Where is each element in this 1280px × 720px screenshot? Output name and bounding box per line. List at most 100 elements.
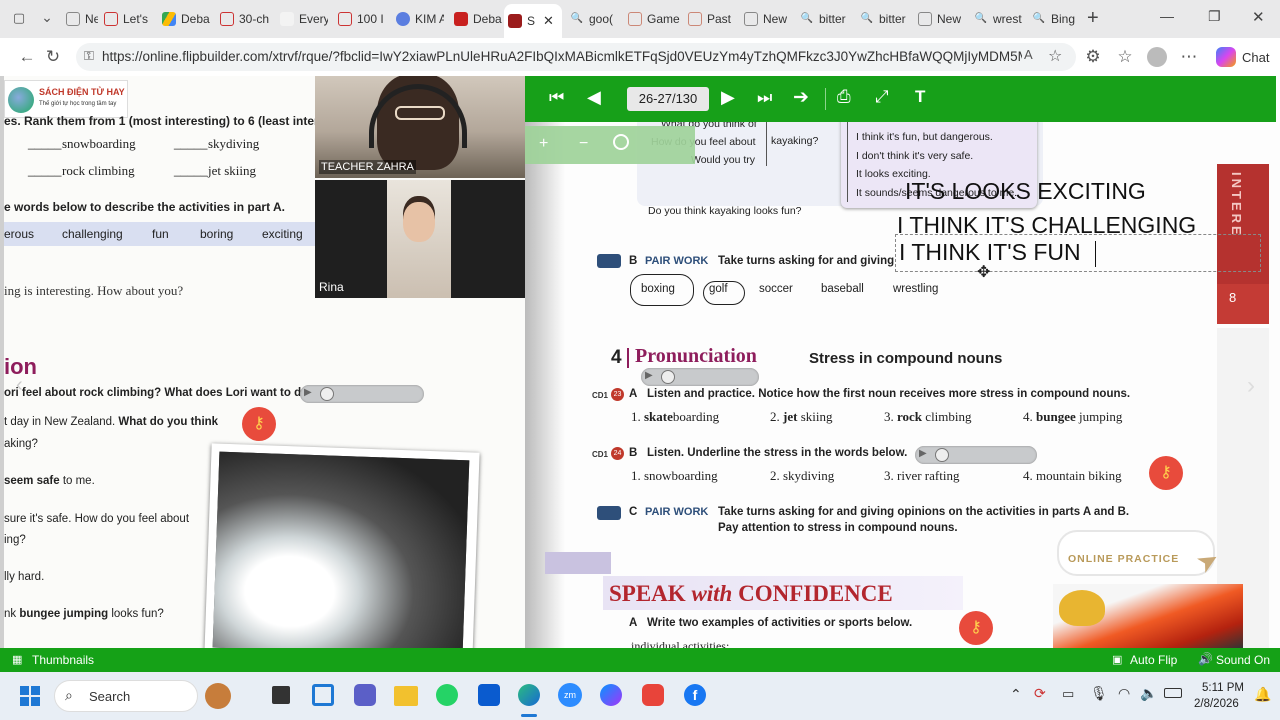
- answer-key-icon[interactable]: ⚷: [1149, 456, 1183, 490]
- sync-icon[interactable]: ⟳: [1034, 685, 1046, 702]
- play-icon[interactable]: ▶: [304, 387, 312, 398]
- answer-key-icon[interactable]: ⚷: [242, 407, 276, 441]
- next-page-button-icon[interactable]: ▶: [721, 87, 735, 108]
- goto-arrow-icon[interactable]: ➔: [793, 86, 809, 109]
- tab-14[interactable]: 🔍 bitter: [856, 6, 912, 32]
- window-close-icon[interactable]: ✕: [1252, 8, 1265, 26]
- last-page-icon[interactable]: ⏭: [757, 88, 772, 108]
- restore-icon[interactable]: ❐: [1208, 8, 1221, 25]
- next-page-icon[interactable]: ›: [1247, 372, 1255, 400]
- site-info-icon[interactable]: ⚿: [84, 48, 94, 64]
- wps-icon[interactable]: [642, 684, 664, 706]
- audio-knob[interactable]: [320, 387, 334, 401]
- tab-9[interactable]: 🔍 goo(: [566, 6, 622, 32]
- unstressed: boarding: [672, 409, 720, 424]
- widgets-icon[interactable]: [312, 684, 334, 706]
- favorites-icon[interactable]: ☆: [1114, 46, 1136, 68]
- audio-player[interactable]: ▶: [641, 368, 759, 386]
- profile-icon[interactable]: [1146, 46, 1168, 68]
- facebook-icon[interactable]: f: [684, 684, 706, 706]
- file-explorer-icon[interactable]: [394, 686, 418, 706]
- whatsapp-icon[interactable]: [436, 684, 458, 706]
- thumbnails-button[interactable]: Thumbnails: [32, 653, 94, 667]
- tab-17[interactable]: 🔍 Bing: [1028, 6, 1080, 32]
- tab-3[interactable]: 30-ch: [216, 6, 270, 32]
- tab-6[interactable]: KIM A: [392, 6, 444, 32]
- audio-player[interactable]: ▶: [300, 385, 424, 403]
- audio-knob[interactable]: [935, 448, 949, 462]
- audio-knob[interactable]: [661, 370, 675, 384]
- magnifier-icon[interactable]: [613, 134, 629, 150]
- clock-time[interactable]: 5:11 PM: [1202, 682, 1244, 694]
- zoom-out-icon[interactable]: −: [579, 135, 588, 153]
- messenger-icon[interactable]: [600, 684, 622, 706]
- edge-icon[interactable]: [518, 684, 540, 706]
- extensions-icon[interactable]: ⚙: [1082, 46, 1104, 68]
- site-logo[interactable]: SÁCH ĐIỆN TỬ HAY Thế giới tự học trong t…: [4, 80, 128, 118]
- tab-4[interactable]: Every: [276, 6, 328, 32]
- tray-chevron-icon[interactable]: ⌃: [1010, 686, 1022, 703]
- back-icon[interactable]: ←: [16, 46, 38, 68]
- tab-13[interactable]: 🔍 bitter: [796, 6, 852, 32]
- print-icon[interactable]: ⎙: [837, 87, 851, 107]
- dialog-line: lly hard.: [4, 571, 45, 583]
- taskbar-search[interactable]: ⌕ Search: [54, 680, 231, 712]
- minimize-icon[interactable]: —: [1160, 8, 1174, 24]
- thumbnails-icon[interactable]: ▦: [12, 653, 22, 666]
- play-icon[interactable]: ▶: [919, 448, 927, 459]
- favorite-star-icon[interactable]: ☆: [1048, 46, 1062, 66]
- autoflip-button[interactable]: Auto Flip: [1130, 653, 1177, 667]
- meet-icon[interactable]: [354, 684, 376, 706]
- read-aloud-icon[interactable]: A: [1024, 47, 1033, 62]
- tab-10[interactable]: Game: [624, 6, 680, 32]
- audio-player[interactable]: ▶: [915, 446, 1037, 464]
- page-indicator[interactable]: 26-27/130: [627, 87, 709, 111]
- autoflip-icon[interactable]: ▣: [1112, 653, 1122, 666]
- online-practice-label[interactable]: ONLINE PRACTICE: [1068, 553, 1179, 565]
- chat-button[interactable]: Chat: [1242, 50, 1269, 65]
- fullscreen-icon[interactable]: ⤢: [875, 87, 889, 107]
- prev-page-icon[interactable]: ‹: [16, 374, 23, 397]
- new-tab-icon[interactable]: +: [1087, 7, 1107, 29]
- text-tool-icon[interactable]: T: [915, 87, 925, 107]
- prev-page-button-icon[interactable]: ◀: [587, 87, 601, 108]
- tab-12[interactable]: New: [740, 6, 792, 32]
- move-cursor-icon: ✥: [977, 264, 991, 281]
- mic-icon[interactable]: 🎙: [1090, 685, 1108, 702]
- sound-button[interactable]: Sound On: [1216, 653, 1270, 667]
- zoom-app-icon[interactable]: zm: [558, 683, 582, 707]
- tab-list-icon[interactable]: ⌄: [38, 9, 56, 27]
- teacher-video[interactable]: TEACHER ZAHRA: [315, 76, 525, 178]
- tab-0[interactable]: New: [62, 6, 98, 32]
- reload-icon[interactable]: ↻: [42, 46, 64, 68]
- tab-2[interactable]: Deba: [158, 6, 210, 32]
- tab-actions-icon[interactable]: ▢: [10, 10, 28, 28]
- student-video[interactable]: Rina: [315, 180, 525, 298]
- windows-start-icon[interactable]: [20, 686, 40, 706]
- battery-icon[interactable]: [1164, 688, 1182, 698]
- tab-7[interactable]: Deba: [450, 6, 502, 32]
- sound-icon[interactable]: 🔊: [1198, 652, 1213, 666]
- tab-1[interactable]: Let's: [100, 6, 152, 32]
- clock-date[interactable]: 2/8/2026: [1194, 698, 1239, 710]
- close-icon[interactable]: ✕: [543, 13, 554, 29]
- volume-icon[interactable]: 🔈: [1140, 685, 1157, 702]
- tab-active[interactable]: S ✕: [504, 4, 562, 38]
- meet-now-icon[interactable]: ▭: [1062, 686, 1074, 702]
- more-menu-icon[interactable]: ⋯: [1178, 46, 1200, 68]
- task-view-icon[interactable]: [272, 686, 290, 704]
- notification-icon[interactable]: 🔔: [1254, 686, 1271, 703]
- first-page-icon[interactable]: ⏮: [549, 88, 564, 108]
- tab-11[interactable]: Past: [684, 6, 736, 32]
- address-bar[interactable]: ⚿ https://online.flipbuilder.com/xtrvf/r…: [76, 43, 1076, 71]
- tab-15[interactable]: New: [914, 6, 966, 32]
- tab-16[interactable]: 🔍 wrest: [970, 6, 1026, 32]
- zoom-in-icon[interactable]: +: [539, 135, 548, 153]
- speak-with: with: [691, 581, 733, 606]
- store-icon[interactable]: [478, 684, 500, 706]
- copilot-icon[interactable]: [1216, 47, 1236, 67]
- answer-key-icon[interactable]: ⚷: [959, 611, 993, 645]
- wifi-icon[interactable]: ◠: [1118, 685, 1130, 702]
- tab-5[interactable]: 100 I: [334, 6, 386, 32]
- play-icon[interactable]: ▶: [645, 370, 653, 381]
